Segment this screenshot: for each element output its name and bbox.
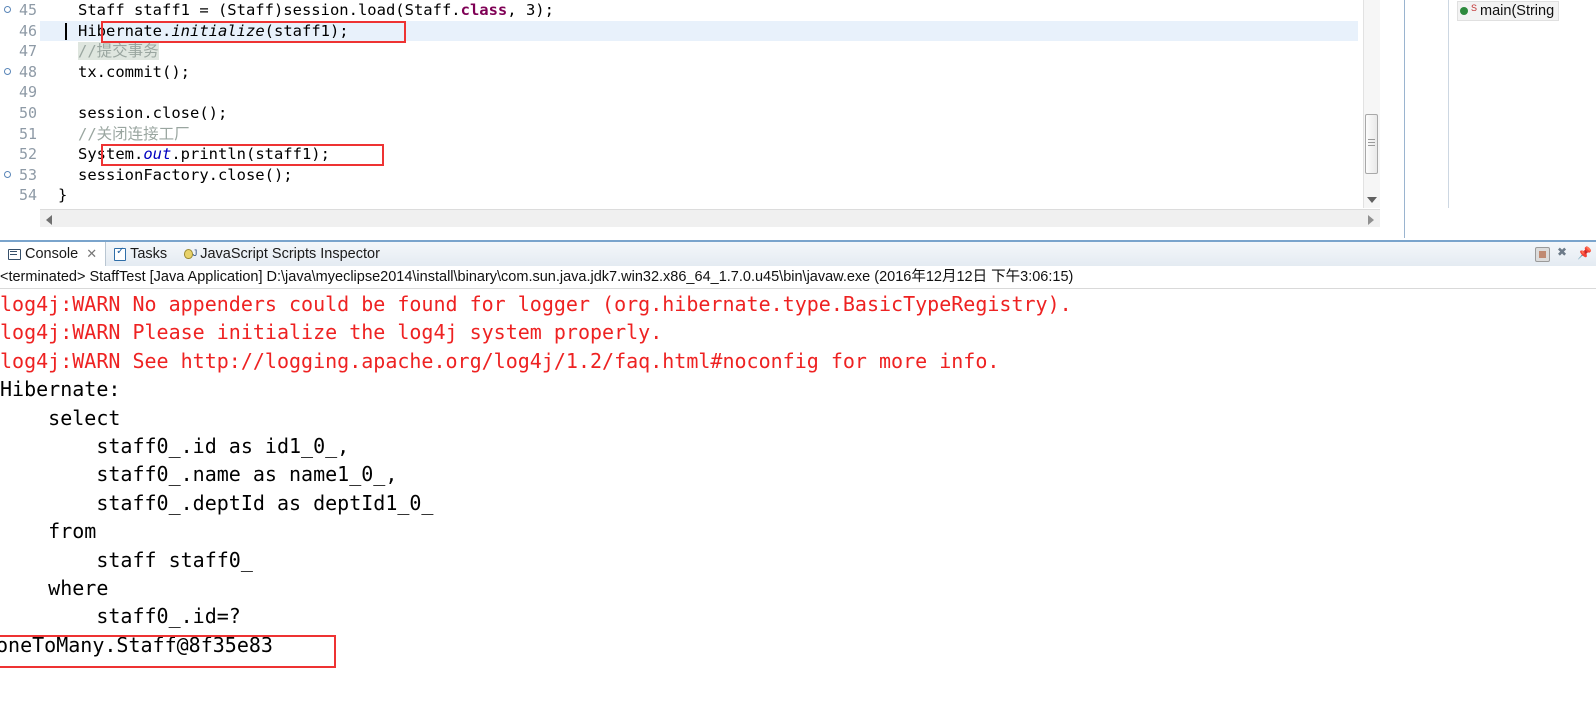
code-line-45[interactable]: Staff staff1 = (Staff)session.load(Staff…	[40, 0, 1396, 21]
folding-marker-icon[interactable]	[4, 170, 11, 178]
code-line-49[interactable]	[40, 82, 1396, 103]
outline-tree-indent	[1405, 0, 1449, 208]
console-output[interactable]: log4j:WARN No appenders could be found f…	[0, 289, 1596, 726]
code-line-51[interactable]: //关闭连接工厂	[40, 124, 1396, 145]
code-line-54[interactable]: }	[40, 185, 1396, 206]
console-line: staff0_.id=?	[0, 604, 241, 629]
tasks-icon	[114, 246, 127, 261]
tab-label: Tasks	[130, 246, 168, 262]
close-icon[interactable]: ✕	[82, 246, 97, 262]
line-number: 54	[18, 186, 37, 205]
editor-vertical-scrollbar[interactable]	[1363, 0, 1380, 208]
code-line-46[interactable]: Hibernate.initialize(staff1);	[40, 20, 1358, 42]
tab-javascript-scripts-inspector[interactable]: JavaScript Scripts Inspector	[175, 242, 388, 266]
code-text: tx.commit();	[78, 62, 190, 81]
comment-token: //关闭连接工厂	[78, 124, 190, 143]
static-modifier-icon: S	[1471, 3, 1478, 13]
scroll-right-arrow-icon[interactable]	[1368, 215, 1374, 225]
text-caret	[65, 22, 67, 40]
outline-item-main-method[interactable]: S main(String	[1457, 1, 1560, 21]
folding-marker-icon[interactable]	[4, 67, 11, 75]
pin-console-icon[interactable]	[1577, 246, 1592, 262]
line-number: 46	[18, 21, 37, 40]
java-editor[interactable]: 45 46 47 48 49 50 51 52 53 54 Staff staf…	[0, 0, 1396, 238]
line-number: 51	[18, 124, 37, 143]
code-line-53[interactable]: sessionFactory.close();	[40, 165, 1396, 186]
console-line: log4j:WARN No appenders could be found f…	[0, 292, 1072, 316]
line-number: 47	[18, 42, 37, 61]
outline-item-label: main(String	[1480, 3, 1555, 19]
code-text: }	[58, 186, 68, 205]
code-text: .println(staff1);	[171, 145, 330, 164]
public-method-icon	[1460, 7, 1468, 15]
code-text: (staff1);	[264, 21, 349, 40]
scroll-down-arrow-icon[interactable]	[1367, 197, 1377, 203]
console-line: where	[0, 575, 109, 600]
console-tab-bar[interactable]: Console ✕ Tasks JavaScript Scripts Inspe…	[0, 240, 1596, 266]
tab-console[interactable]: Console ✕	[0, 242, 107, 266]
comment-token: //提交事务	[78, 42, 159, 61]
terminate-icon[interactable]	[1535, 246, 1550, 262]
console-line: staff0_.name as name1_0_,	[0, 462, 398, 487]
console-line: log4j:WARN Please initialize the log4j s…	[0, 320, 663, 345]
console-view[interactable]: Console ✕ Tasks JavaScript Scripts Inspe…	[0, 240, 1596, 726]
tab-tasks[interactable]: Tasks	[106, 242, 175, 266]
code-text: sessionFactory.close();	[78, 165, 293, 184]
tab-label: Console	[25, 246, 79, 262]
javascript-icon	[183, 248, 197, 261]
console-line: Hibernate:	[0, 377, 133, 402]
remove-all-terminated-icon[interactable]	[1556, 245, 1571, 262]
console-line: log4j:WARN See http://logging.apache.org…	[0, 348, 1000, 373]
editor-horizontal-scrollbar[interactable]	[40, 209, 1380, 227]
console-line: staff0_.id as id1_0_,	[0, 433, 350, 458]
tab-label: JavaScript Scripts Inspector	[200, 246, 380, 262]
folding-marker-icon[interactable]	[4, 6, 11, 13]
code-text: , 3);	[507, 1, 554, 19]
line-number: 50	[18, 103, 37, 122]
line-number: 52	[18, 145, 37, 164]
outline-view[interactable]: S main(String	[1404, 0, 1596, 238]
static-method-token: initialize	[171, 21, 265, 40]
editor-vertical-scrollbar-thumb[interactable]	[1365, 114, 1378, 174]
code-line-50[interactable]: session.close();	[40, 103, 1396, 124]
line-number: 49	[18, 83, 37, 102]
console-launch-status: <terminated> StaffTest [Java Application…	[0, 266, 1596, 289]
console-line: oneToMany.Staff@8f35e83	[0, 632, 273, 657]
line-number: 45	[0, 0, 40, 21]
line-number: 48	[0, 62, 40, 83]
code-text: System.	[78, 145, 144, 164]
scroll-left-arrow-icon[interactable]	[46, 215, 52, 225]
console-icon	[8, 248, 21, 260]
console-toolbar[interactable]	[1535, 242, 1596, 266]
console-line: staff staff0_	[0, 547, 253, 572]
code-line-52[interactable]: System.out.println(staff1);	[40, 144, 1396, 165]
static-field-token: out	[143, 145, 172, 164]
code-text: Hibernate.	[78, 21, 172, 40]
scrollbar-grip-icon	[1368, 139, 1375, 140]
console-line: staff0_.deptId as deptId1_0_	[0, 490, 434, 515]
editor-code-pane[interactable]: Staff staff1 = (Staff)session.load(Staff…	[40, 0, 1396, 208]
code-text: Staff staff1 = (Staff)session.load(Staff…	[78, 1, 461, 19]
line-number: 53	[0, 165, 40, 186]
console-line: select	[0, 405, 121, 430]
eclipse-workbench: 45 46 47 48 49 50 51 52 53 54 Staff staf…	[0, 0, 1596, 726]
code-line-48[interactable]: tx.commit();	[40, 62, 1396, 83]
code-line-47[interactable]: //提交事务	[40, 41, 1396, 62]
editor-line-number-ruler: 45 46 47 48 49 50 51 52 53 54	[0, 0, 40, 208]
console-line: from	[0, 519, 97, 544]
code-text: session.close();	[78, 103, 228, 122]
keyword-token: class	[460, 1, 508, 19]
